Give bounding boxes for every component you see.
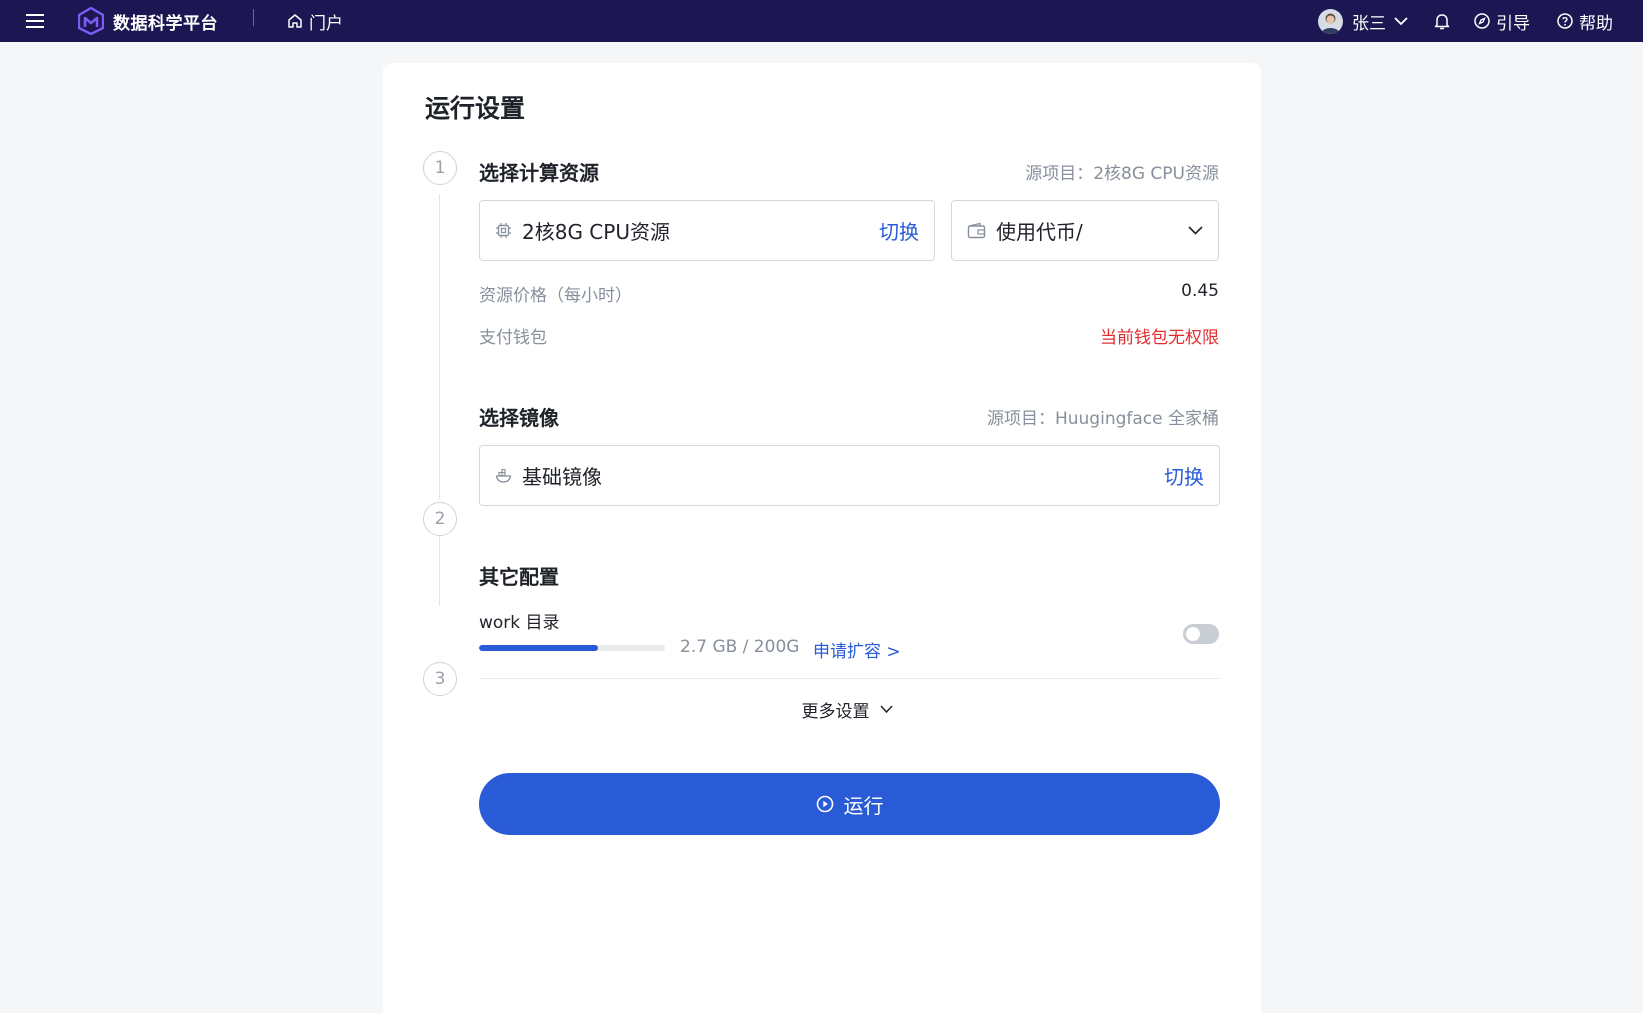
app-name: 数据科学平台 <box>113 13 218 34</box>
step-2-indicator: 2 <box>423 502 457 536</box>
timeline-line <box>439 536 440 606</box>
toggle-knob <box>1186 627 1200 641</box>
image-value: 基础镜像 <box>522 465 602 489</box>
storage-progress-fill <box>479 645 599 651</box>
help-link[interactable]: 帮助 <box>1557 0 1613 42</box>
home-icon <box>288 14 302 28</box>
image-field: 基础镜像 切换 <box>479 445 1220 506</box>
guide-label: 引导 <box>1496 13 1530 34</box>
run-button[interactable]: 运行 <box>479 773 1220 835</box>
bell-icon <box>1434 13 1450 29</box>
step-3-indicator: 3 <box>423 662 457 696</box>
app-logo[interactable]: 数据科学平台 <box>78 0 218 42</box>
request-expansion-link[interactable]: 申请扩容 > <box>813 637 901 662</box>
more-settings-label: 更多设置 <box>801 702 870 722</box>
logo-icon <box>78 7 104 35</box>
play-circle-icon <box>816 795 833 813</box>
portal-label: 门户 <box>309 13 343 34</box>
divider <box>479 678 1220 679</box>
cpu-icon <box>496 223 511 238</box>
currency-select-value: 使用代币/ <box>996 220 1083 244</box>
source-project-compute: 源项目：2核8G CPU资源 <box>1025 164 1219 184</box>
work-directory-toggle[interactable] <box>1183 624 1219 644</box>
compute-resource-value: 2核8G CPU资源 <box>522 220 670 244</box>
help-icon <box>1557 13 1573 29</box>
switch-image-button[interactable]: 切换 <box>1164 461 1204 490</box>
wallet-icon <box>967 222 986 239</box>
more-settings-button[interactable]: 更多设置 <box>383 697 1261 722</box>
portal-link[interactable]: 门户 <box>287 0 343 42</box>
storage-usage: 2.7 GB / 200G <box>680 637 800 657</box>
section-title-other: 其它配置 <box>479 565 559 589</box>
notification-button[interactable] <box>1434 0 1450 42</box>
guide-link[interactable]: 引导 <box>1474 0 1530 42</box>
wallet-status: 当前钱包无权限 <box>1100 328 1219 348</box>
user-menu[interactable]: 张三 <box>1318 0 1408 42</box>
chevron-down-icon <box>1188 226 1203 235</box>
chevron-down-icon <box>1394 16 1408 25</box>
section-title-image: 选择镜像 <box>479 406 559 430</box>
avatar <box>1318 8 1343 34</box>
source-project-image: 源项目：Huugingface 全家桶 <box>986 409 1219 429</box>
step-1-indicator: 1 <box>423 151 457 185</box>
run-label: 运行 <box>843 793 884 818</box>
divider <box>253 9 254 26</box>
run-settings-card: 运行设置 1 选择计算资源 源项目：2核8G CPU资源 2核8G CPU资源 … <box>383 63 1261 1013</box>
wallet-label: 支付钱包 <box>479 328 547 348</box>
compute-resource-field: 2核8G CPU资源 切换 <box>479 200 935 261</box>
work-directory-label: work 目录 <box>479 613 560 633</box>
storage-progress-bar <box>479 645 665 651</box>
user-name: 张三 <box>1352 13 1386 34</box>
timeline-line <box>439 194 440 499</box>
price-value: 0.45 <box>1181 281 1219 301</box>
compass-icon <box>1474 13 1490 29</box>
price-label: 资源价格（每小时） <box>479 286 632 306</box>
help-label: 帮助 <box>1579 13 1613 34</box>
top-navigation-bar: 数据科学平台 门户 张三 引导 帮助 <box>0 0 1643 42</box>
container-icon <box>495 468 512 483</box>
currency-select[interactable]: 使用代币/ <box>951 200 1219 261</box>
menu-icon[interactable] <box>26 0 46 42</box>
chevron-down-icon <box>879 705 893 714</box>
switch-resource-button[interactable]: 切换 <box>879 216 919 245</box>
section-title-compute: 选择计算资源 <box>479 161 599 185</box>
page-title: 运行设置 <box>425 94 526 123</box>
